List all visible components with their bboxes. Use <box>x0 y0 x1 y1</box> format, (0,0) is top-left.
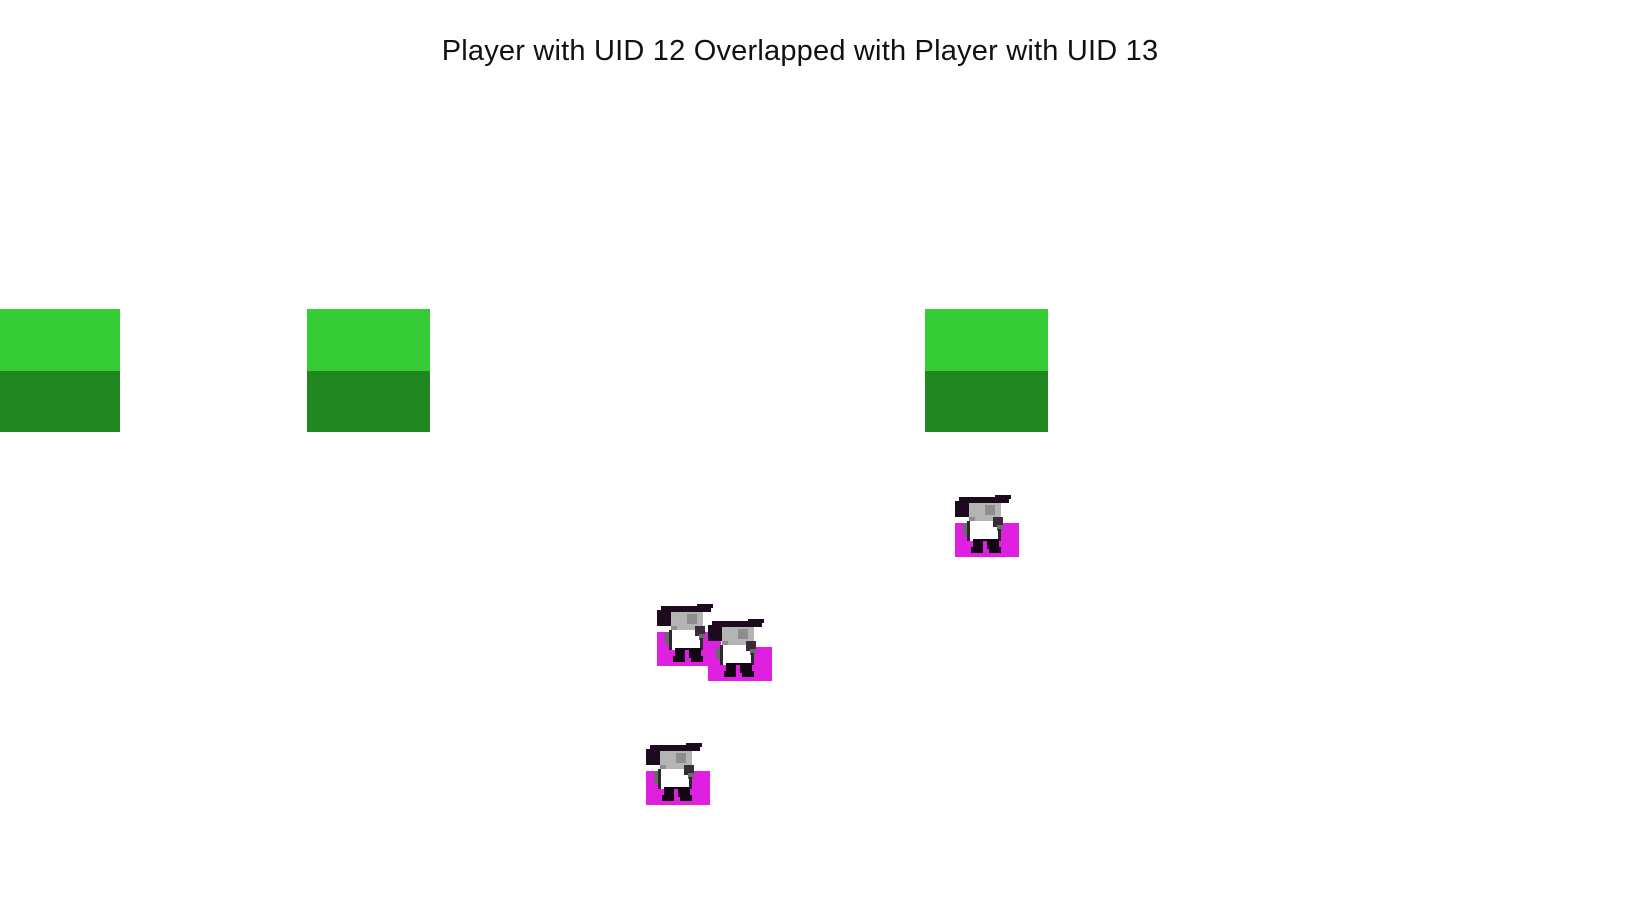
soil-bottom <box>307 370 430 432</box>
soil-bottom <box>0 370 120 432</box>
game-canvas[interactable]: Player with UID 12 Overlapped with Playe… <box>0 0 1632 917</box>
player-character-icon <box>955 495 1019 557</box>
soil-bottom <box>925 370 1048 432</box>
grass-top <box>925 309 1048 371</box>
grass-top <box>307 309 430 371</box>
player-character-icon <box>646 743 710 805</box>
player-sprite[interactable] <box>708 619 772 681</box>
player-sprite[interactable] <box>646 743 710 805</box>
player-sprite[interactable] <box>955 495 1019 557</box>
grass-top <box>0 309 120 371</box>
collision-status-text: Player with UID 12 Overlapped with Playe… <box>441 35 1159 67</box>
grass-block-tile <box>925 309 1048 432</box>
player-character-icon <box>708 619 772 681</box>
grass-block-tile <box>307 309 430 432</box>
grass-block-tile <box>0 309 120 432</box>
